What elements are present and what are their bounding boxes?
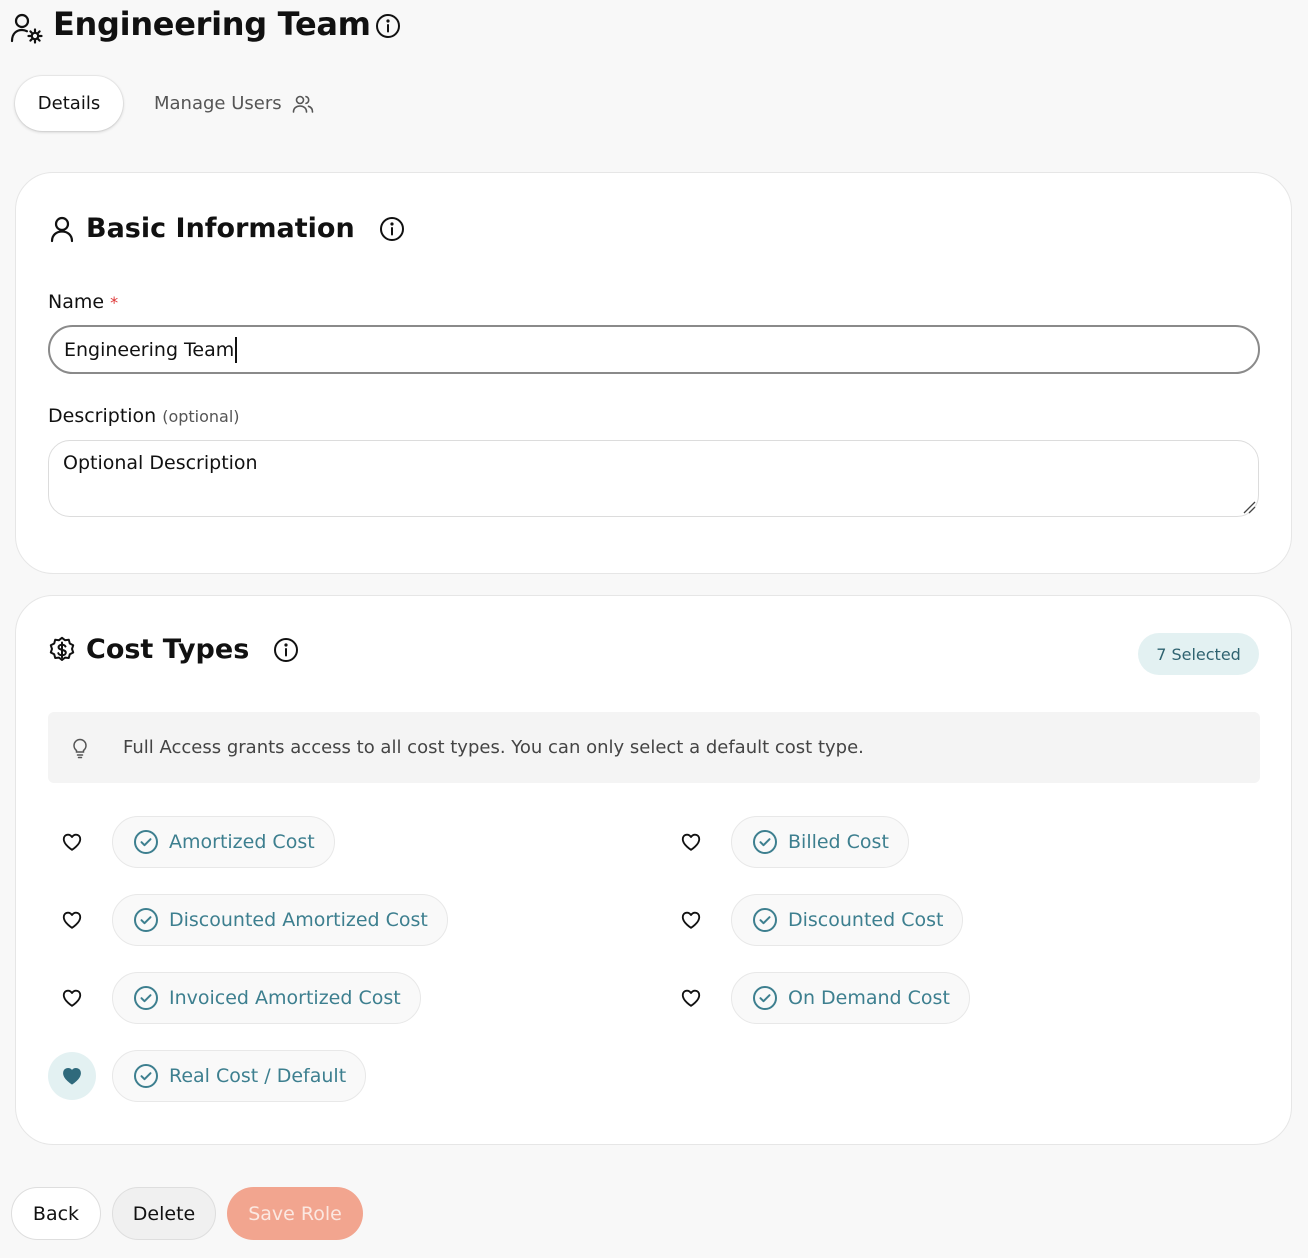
favorite-toggle-active[interactable] — [48, 1052, 96, 1100]
user-icon — [50, 216, 74, 242]
users-icon — [292, 95, 313, 113]
cost-type-chip[interactable]: Billed Cost — [731, 816, 909, 868]
page-header: Engineering Team — [0, 0, 1308, 54]
dollar-badge-icon — [49, 636, 75, 661]
check-circle-icon — [753, 830, 777, 854]
favorite-toggle[interactable] — [48, 896, 96, 944]
cost-type-chip[interactable]: Discounted Amortized Cost — [112, 894, 448, 946]
check-circle-icon — [134, 986, 158, 1010]
cost-type-label: Billed Cost — [788, 831, 889, 853]
tab-details[interactable]: Details — [15, 76, 123, 131]
optional-hint: (optional) — [162, 407, 240, 426]
heart-outline-icon — [62, 989, 82, 1007]
tab-manage-users-label: Manage Users — [154, 93, 282, 114]
info-hint-banner: Full Access grants access to all cost ty… — [48, 712, 1260, 783]
description-label: Description (optional) — [48, 405, 240, 427]
delete-button[interactable]: Delete — [112, 1187, 216, 1240]
tab-manage-users[interactable]: Manage Users — [154, 76, 344, 131]
check-circle-icon — [753, 908, 777, 932]
heart-filled-icon — [63, 1067, 81, 1085]
cost-type-label: Amortized Cost — [169, 831, 315, 853]
name-input-value: Engineering Team — [64, 338, 235, 361]
cost-type-chip[interactable]: Amortized Cost — [112, 816, 335, 868]
check-circle-icon — [134, 1064, 158, 1088]
cost-type-label: Invoiced Amortized Cost — [169, 987, 401, 1009]
name-label-text: Name — [48, 291, 105, 313]
favorite-toggle[interactable] — [667, 818, 715, 866]
cost-type-chip[interactable]: Invoiced Amortized Cost — [112, 972, 421, 1024]
cost-type-chip[interactable]: On Demand Cost — [731, 972, 970, 1024]
basic-information-card: Basic Information Name * Engineering Team… — [15, 172, 1292, 574]
check-circle-icon — [753, 986, 777, 1010]
cost-type-chip[interactable]: Real Cost / Default — [112, 1050, 367, 1102]
cost-types-title: Cost Types — [86, 634, 250, 665]
favorite-toggle[interactable] — [667, 974, 715, 1022]
info-icon[interactable] — [375, 13, 401, 39]
basic-information-heading: Basic Information — [48, 213, 405, 244]
info-icon[interactable] — [273, 637, 299, 663]
resize-grip-icon[interactable] — [1242, 500, 1256, 514]
favorite-toggle[interactable] — [48, 818, 96, 866]
cost-type-chip[interactable]: Discounted Cost — [731, 894, 964, 946]
heart-outline-icon — [681, 833, 701, 851]
favorite-toggle[interactable] — [48, 974, 96, 1022]
cost-types-heading: Cost Types — [48, 634, 299, 665]
heart-outline-icon — [681, 989, 701, 1007]
lightbulb-icon — [73, 738, 87, 758]
required-marker: * — [110, 293, 119, 312]
heart-outline-icon — [62, 911, 82, 929]
favorite-toggle[interactable] — [667, 896, 715, 944]
heart-outline-icon — [62, 833, 82, 851]
back-button[interactable]: Back — [11, 1187, 101, 1240]
cost-type-label: Discounted Cost — [788, 909, 944, 931]
basic-information-title: Basic Information — [86, 213, 355, 244]
user-settings-icon — [10, 13, 43, 44]
cost-type-label: Discounted Amortized Cost — [169, 909, 428, 931]
cost-type-label: On Demand Cost — [788, 987, 950, 1009]
text-caret — [235, 336, 238, 363]
check-circle-icon — [134, 830, 158, 854]
heart-outline-icon — [681, 911, 701, 929]
check-circle-icon — [134, 908, 158, 932]
name-label: Name * — [48, 291, 118, 313]
hint-text: Full Access grants access to all cost ty… — [123, 737, 864, 758]
description-textarea[interactable]: Optional Description — [48, 440, 1259, 517]
cost-types-card: Cost Types 7 Selected Full Access grants… — [15, 595, 1292, 1145]
description-label-text: Description — [48, 405, 157, 427]
cost-type-label: Real Cost / Default — [169, 1065, 347, 1087]
selected-count-badge: 7 Selected — [1138, 633, 1259, 675]
page-title: Engineering Team — [53, 5, 371, 43]
name-input[interactable]: Engineering Team — [48, 325, 1260, 374]
info-icon[interactable] — [379, 216, 405, 242]
save-role-button[interactable]: Save Role — [227, 1187, 363, 1240]
description-placeholder: Optional Description — [63, 452, 258, 474]
